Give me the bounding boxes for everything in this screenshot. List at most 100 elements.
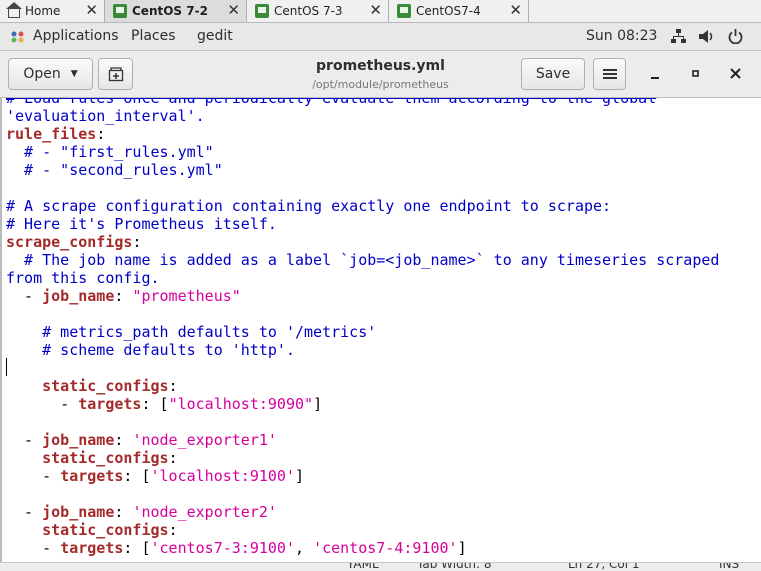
code-line[interactable]: ​ xyxy=(6,179,719,197)
code-line[interactable]: - job_name: 'node_exporter1' xyxy=(6,431,719,449)
vm-tab-label: CentOS 7-2 xyxy=(132,4,208,18)
close-icon xyxy=(730,68,741,79)
home-icon xyxy=(6,2,22,18)
gedit-header-bar: Open ▼ prometheus.yml /opt/module/promet… xyxy=(0,51,761,98)
vm-icon xyxy=(113,4,127,18)
maximize-button[interactable] xyxy=(691,67,701,83)
code-token: "localhost:9090" xyxy=(168,395,314,413)
code-token: - xyxy=(6,287,43,305)
text-cursor xyxy=(6,358,7,376)
code-line[interactable]: static_configs: xyxy=(6,521,719,539)
clock[interactable]: Sun 08:23 xyxy=(586,28,657,44)
code-line[interactable]: - job_name: "prometheus" xyxy=(6,287,719,305)
code-line[interactable]: ​ xyxy=(6,359,719,377)
code-token: static_configs xyxy=(42,449,169,467)
code-line[interactable]: - job_name: 'node_exporter2' xyxy=(6,503,719,521)
code-token: scrape_configs xyxy=(6,233,133,251)
code-token: # metrics_path defaults to '/metrics' xyxy=(6,323,377,341)
code-token: : xyxy=(114,503,133,521)
code-line[interactable]: # Here it's Prometheus itself. xyxy=(6,215,719,233)
network-icon[interactable] xyxy=(671,29,686,44)
close-icon[interactable]: ✕ xyxy=(227,1,240,19)
code-view[interactable]: # Load rules once and periodically evalu… xyxy=(6,98,719,557)
vm-tab-home[interactable]: Home ✕ xyxy=(0,0,105,22)
code-token: : xyxy=(168,449,178,467)
minimize-button[interactable] xyxy=(650,67,660,83)
close-button[interactable] xyxy=(730,67,741,83)
applications-menu[interactable]: Applications xyxy=(33,28,119,44)
text-editor[interactable]: # Load rules once and periodically evalu… xyxy=(0,98,761,570)
code-token: ] xyxy=(313,395,323,413)
code-token: # scheme defaults to 'http'. xyxy=(6,341,295,359)
applications-icon xyxy=(11,31,24,43)
code-token: 'centos7-4:9100' xyxy=(313,539,458,557)
code-line[interactable]: ​ xyxy=(6,305,719,323)
code-token: ] xyxy=(295,467,305,485)
code-token: # Load rules once and periodically evalu… xyxy=(6,98,657,107)
code-token: job_name xyxy=(42,431,115,449)
code-token: 'node_exporter2' xyxy=(132,503,277,521)
code-line[interactable]: # A scrape configuration containing exac… xyxy=(6,197,719,215)
code-line[interactable]: # The job name is added as a label `job=… xyxy=(6,251,719,269)
code-token: - xyxy=(6,395,79,413)
vm-tab-centos-7-2[interactable]: CentOS 7-2 ✕ xyxy=(105,0,247,22)
code-line[interactable]: from this config. xyxy=(6,269,719,287)
code-line[interactable]: - targets: ['centos7-3:9100', 'centos7-4… xyxy=(6,539,719,557)
code-token: 'node_exporter1' xyxy=(132,431,277,449)
vm-tab-centos-7-3[interactable]: CentOS 7-3 ✕ xyxy=(247,0,389,22)
code-line[interactable]: - targets: ['localhost:9100'] xyxy=(6,467,719,485)
maximize-icon xyxy=(692,70,699,77)
vm-icon xyxy=(255,4,269,18)
vm-tab-label: CentOS7-4 xyxy=(416,4,481,18)
code-line[interactable]: static_configs: xyxy=(6,377,719,395)
code-line[interactable]: # Load rules once and periodically evalu… xyxy=(6,98,719,107)
code-token: # - "second_rules.yml" xyxy=(6,161,223,179)
app-menu[interactable]: gedit xyxy=(197,28,233,44)
code-line[interactable]: # metrics_path defaults to '/metrics' xyxy=(6,323,719,341)
volume-icon[interactable] xyxy=(699,29,715,44)
save-button-label: Save xyxy=(535,66,571,82)
vm-tab-label: Home xyxy=(25,4,61,18)
code-line[interactable]: 'evaluation_interval'. xyxy=(6,107,719,125)
code-line[interactable]: - targets: ["localhost:9090"] xyxy=(6,395,719,413)
close-icon[interactable]: ✕ xyxy=(369,1,382,19)
code-line[interactable]: ​ xyxy=(6,485,719,503)
code-line[interactable]: # - "second_rules.yml" xyxy=(6,161,719,179)
document-title: prometheus.yml xyxy=(316,58,445,74)
code-line[interactable]: # - "first_rules.yml" xyxy=(6,143,719,161)
minimize-icon xyxy=(651,77,659,79)
code-line[interactable]: # scheme defaults to 'http'. xyxy=(6,341,719,359)
code-token: : xyxy=(96,125,106,143)
gnome-top-bar: Applications Places gedit Sun 08:23 xyxy=(0,23,761,51)
vm-tab-label: CentOS 7-3 xyxy=(274,4,343,18)
code-token: ] xyxy=(457,539,467,557)
code-token: # Here it's Prometheus itself. xyxy=(6,215,277,233)
code-token: targets xyxy=(60,539,124,557)
code-token: static_configs xyxy=(42,377,169,395)
menu-icon xyxy=(602,69,617,79)
code-token: # - "first_rules.yml" xyxy=(6,143,214,161)
code-token: # A scrape configuration containing exac… xyxy=(6,197,612,215)
code-line[interactable]: scrape_configs: xyxy=(6,233,719,251)
code-token: job_name xyxy=(42,503,115,521)
code-token: : xyxy=(168,521,178,539)
code-line[interactable]: static_configs: xyxy=(6,449,719,467)
code-token: - xyxy=(6,503,43,521)
vm-tab-bar: Home ✕ CentOS 7-2 ✕ CentOS 7-3 ✕ CentOS7… xyxy=(0,0,761,23)
code-line[interactable]: rule_files: xyxy=(6,125,719,143)
hamburger-menu-button[interactable] xyxy=(593,58,626,90)
save-button[interactable]: Save xyxy=(521,58,585,90)
code-token: : [ xyxy=(141,395,169,413)
code-token: : [ xyxy=(123,539,151,557)
close-icon[interactable]: ✕ xyxy=(85,1,98,19)
code-token: : [ xyxy=(123,467,151,485)
places-menu[interactable]: Places xyxy=(131,28,176,44)
code-token: 'localhost:9100' xyxy=(150,467,296,485)
code-line[interactable]: ​ xyxy=(6,413,719,431)
close-icon[interactable]: ✕ xyxy=(509,1,522,19)
code-token: - xyxy=(6,467,61,485)
power-icon[interactable] xyxy=(728,29,743,44)
vm-tab-centos7-4[interactable]: CentOS7-4 ✕ xyxy=(389,0,529,22)
